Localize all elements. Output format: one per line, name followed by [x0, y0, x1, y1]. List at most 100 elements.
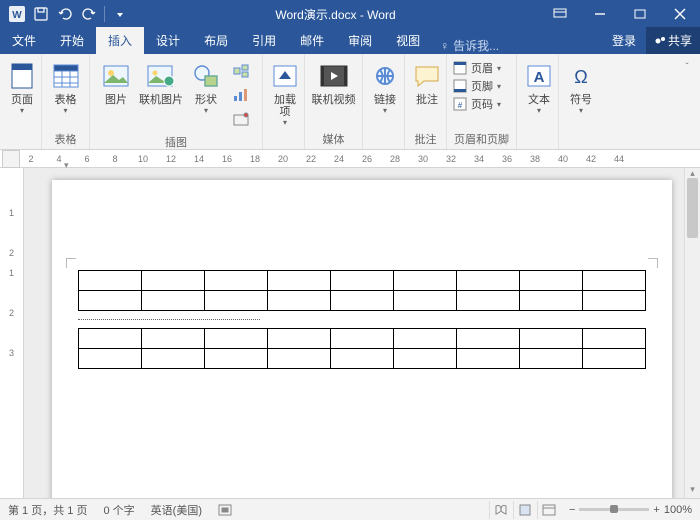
word-icon[interactable]: W — [6, 3, 28, 25]
horizontal-ruler[interactable]: 2468101214161820222426283032343638404244… — [0, 150, 700, 168]
tab-view[interactable]: 视图 — [384, 27, 432, 54]
table-cell[interactable] — [268, 291, 331, 311]
tab-design[interactable]: 设计 — [144, 27, 192, 54]
undo-icon[interactable] — [54, 3, 76, 25]
table-cell[interactable] — [331, 329, 394, 349]
document-table[interactable] — [78, 270, 646, 311]
table-cell[interactable] — [331, 291, 394, 311]
table-cell[interactable] — [583, 329, 646, 349]
zoom-value[interactable]: 100% — [664, 504, 692, 516]
table-cell[interactable] — [142, 271, 205, 291]
login-link[interactable]: 登录 — [602, 27, 646, 54]
tab-home[interactable]: 开始 — [48, 27, 96, 54]
tab-references[interactable]: 引用 — [240, 27, 288, 54]
table-cell[interactable] — [457, 291, 520, 311]
table-cell[interactable] — [331, 349, 394, 369]
table-cell[interactable] — [394, 271, 457, 291]
table-cell[interactable] — [79, 271, 142, 291]
pages-button[interactable]: 页面 ▾ — [6, 58, 38, 115]
table-cell[interactable] — [268, 271, 331, 291]
table-cell[interactable] — [394, 329, 457, 349]
scroll-thumb[interactable] — [687, 178, 698, 238]
tell-me[interactable]: ♀告诉我... — [432, 37, 602, 54]
online-picture-button[interactable]: 联机图片 — [136, 58, 186, 106]
table-cell[interactable] — [142, 291, 205, 311]
table-cell[interactable] — [331, 271, 394, 291]
vertical-ruler[interactable]: 12123 — [0, 168, 24, 498]
tab-insert[interactable]: 插入 — [96, 27, 144, 54]
addins-button[interactable]: 加载 项 ▾ — [269, 58, 301, 127]
zoom-slider[interactable] — [579, 508, 649, 511]
tab-review[interactable]: 审阅 — [336, 27, 384, 54]
table-cell[interactable] — [520, 349, 583, 369]
zoom-in-icon[interactable]: + — [653, 504, 659, 516]
shapes-button[interactable]: 形状 ▾ — [186, 58, 226, 115]
online-video-button[interactable]: 联机视频 — [311, 58, 356, 106]
tab-layout[interactable]: 布局 — [192, 27, 240, 54]
table-cell[interactable] — [268, 329, 331, 349]
ribbon-display-icon[interactable] — [540, 0, 580, 28]
text-button[interactable]: A 文本 ▾ — [523, 58, 555, 115]
table-cell[interactable] — [520, 291, 583, 311]
web-layout-icon[interactable] — [537, 501, 561, 519]
print-layout-icon[interactable] — [513, 501, 537, 519]
table-cell[interactable] — [205, 349, 268, 369]
document-table[interactable] — [78, 328, 646, 369]
scroll-down-icon[interactable]: ▾ — [685, 484, 700, 498]
share-button[interactable]: 共享 — [646, 27, 700, 54]
table-cell[interactable] — [457, 271, 520, 291]
table-cell[interactable] — [142, 349, 205, 369]
comment-button[interactable]: 批注 — [411, 58, 443, 106]
ruler-corner[interactable] — [2, 150, 20, 168]
macro-icon[interactable] — [210, 504, 240, 516]
addins-icon — [269, 60, 301, 92]
table-cell[interactable] — [79, 291, 142, 311]
vertical-scrollbar[interactable]: ▴ ▾ — [684, 168, 700, 498]
table-cell[interactable] — [205, 291, 268, 311]
ruler-tick — [514, 154, 528, 164]
zoom-out-icon[interactable]: − — [569, 504, 575, 516]
footer-button[interactable]: 页脚▾ — [453, 78, 501, 94]
table-cell[interactable] — [583, 271, 646, 291]
picture-button[interactable]: 图片 — [96, 58, 136, 106]
table-cell[interactable] — [457, 329, 520, 349]
read-mode-icon[interactable] — [489, 501, 513, 519]
screenshot-icon[interactable] — [230, 108, 252, 130]
links-button[interactable]: 链接 ▾ — [369, 58, 401, 115]
table-cell[interactable] — [142, 329, 205, 349]
collapse-ribbon-icon[interactable]: ˇ — [676, 56, 698, 78]
table-cell[interactable] — [205, 329, 268, 349]
status-words[interactable]: 0 个字 — [95, 502, 142, 518]
qat-customize-icon[interactable] — [109, 3, 131, 25]
table-cell[interactable] — [583, 349, 646, 369]
table-cell[interactable] — [79, 329, 142, 349]
minimize-icon[interactable] — [580, 0, 620, 28]
table-cell[interactable] — [394, 291, 457, 311]
redo-icon[interactable] — [78, 3, 100, 25]
header-button[interactable]: 页眉▾ — [453, 60, 501, 76]
tab-mailings[interactable]: 邮件 — [288, 27, 336, 54]
maximize-icon[interactable] — [620, 0, 660, 28]
save-icon[interactable] — [30, 3, 52, 25]
chart-icon[interactable] — [230, 84, 252, 106]
close-icon[interactable] — [660, 0, 700, 28]
table-button[interactable]: 表格 ▾ — [48, 58, 83, 115]
chevron-down-icon: ▾ — [48, 106, 83, 115]
tab-file[interactable]: 文件 — [0, 27, 48, 54]
zoom-knob[interactable] — [610, 505, 618, 513]
table-cell[interactable] — [457, 349, 520, 369]
status-language[interactable]: 英语(美国) — [143, 502, 210, 518]
ruler-tick — [122, 154, 136, 164]
table-cell[interactable] — [520, 271, 583, 291]
table-cell[interactable] — [394, 349, 457, 369]
status-page[interactable]: 第 1 页，共 1 页 — [0, 502, 95, 518]
table-cell[interactable] — [583, 291, 646, 311]
page-number-button[interactable]: #页码▾ — [453, 96, 501, 112]
table-cell[interactable] — [520, 329, 583, 349]
symbols-button[interactable]: Ω 符号 ▾ — [565, 58, 597, 115]
table-cell[interactable] — [205, 271, 268, 291]
table-cell[interactable] — [79, 349, 142, 369]
document-page[interactable] — [52, 180, 672, 498]
smartart-icon[interactable] — [230, 60, 252, 82]
table-cell[interactable] — [268, 349, 331, 369]
